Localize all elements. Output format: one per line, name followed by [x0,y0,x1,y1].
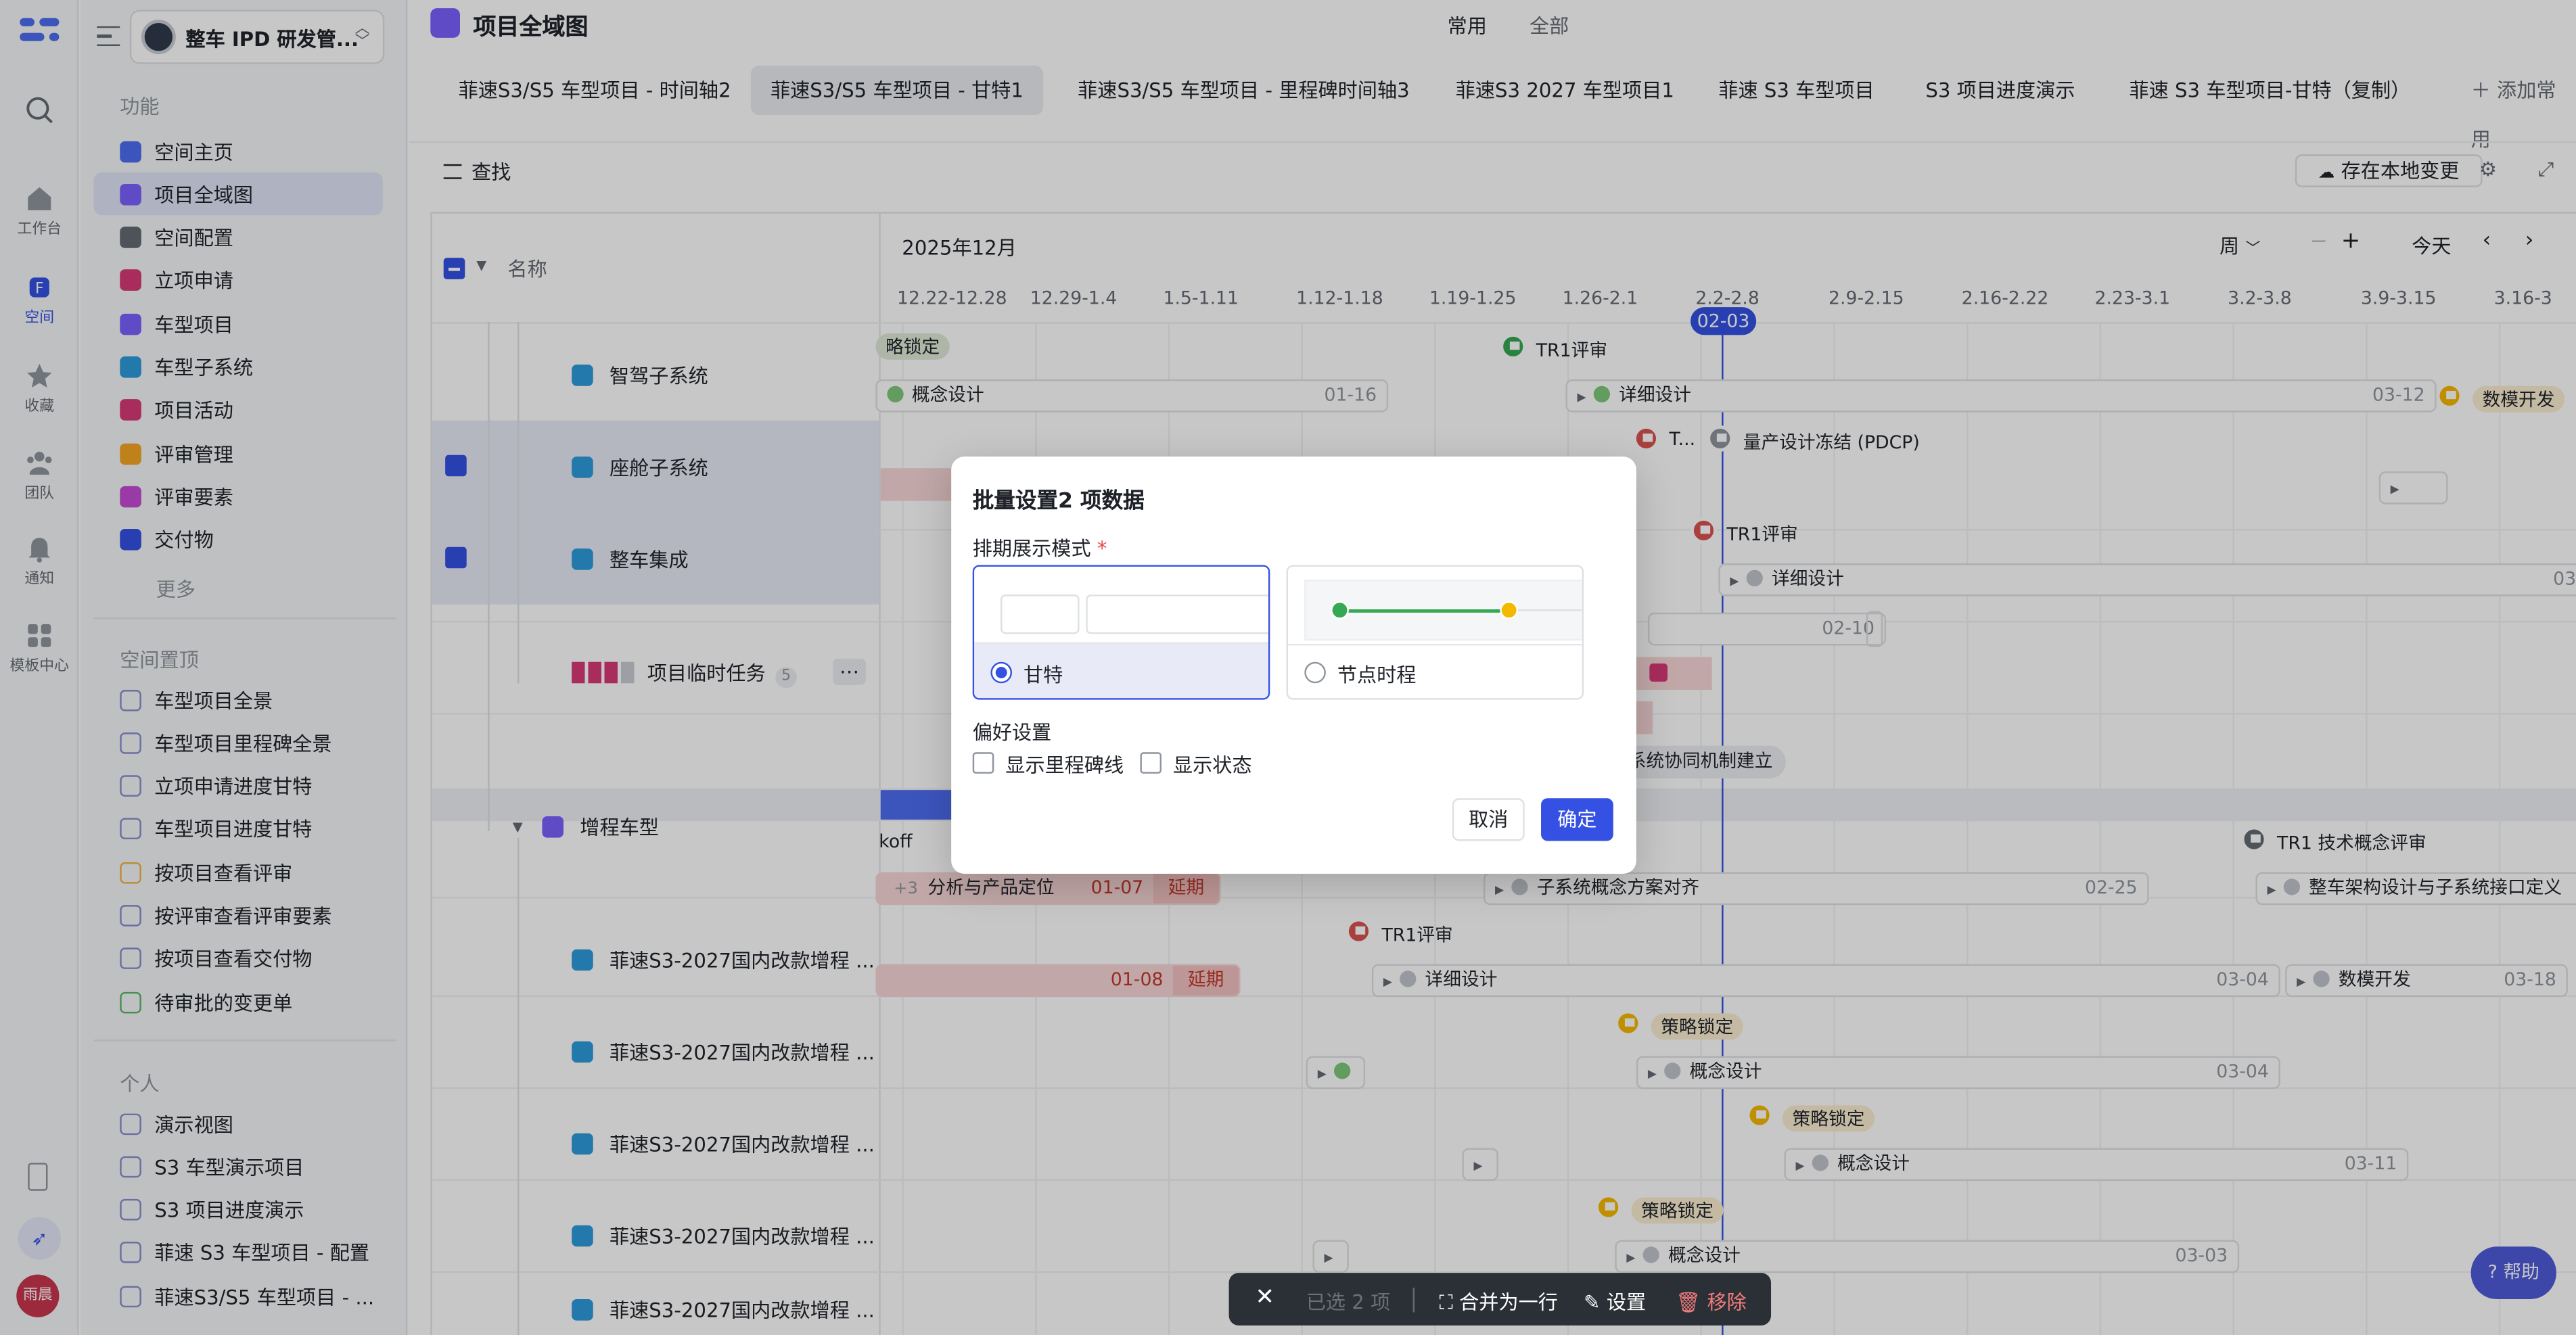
close-selection-icon[interactable]: ✕ [1255,1284,1274,1311]
settings-button[interactable]: ✎ 设置 [1584,1288,1646,1315]
confirm-button[interactable]: 确定 [1541,798,1613,841]
gantt-preview [1001,594,1080,634]
node-start-dot [1331,601,1349,619]
radio-gantt[interactable] [990,661,1013,684]
edit-icon: ✎ [1584,1290,1601,1314]
option-gantt[interactable]: 甘特 [972,565,1270,700]
merge-icon: ⛶ [1439,1290,1453,1314]
milestone-line-checkbox[interactable] [972,752,994,774]
remove-button[interactable]: 🗑 移除 [1676,1288,1747,1315]
cancel-button[interactable]: 取消 [1452,798,1525,841]
selected-count: 已选 2 项 [1306,1290,1391,1314]
dialog-title: 批量设置2 项数据 [972,489,1145,515]
option-node-label: 节点时程 [1337,663,1417,687]
trash-icon: 🗑 [1676,1290,1701,1314]
option-node-schedule[interactable]: 节点时程 [1286,565,1584,700]
status-label: 显示状态 [1173,753,1252,777]
status-checkbox[interactable] [1140,752,1162,774]
merge-row-button[interactable]: ⛶ 合并为一行 [1439,1288,1557,1315]
batch-settings-dialog: 批量设置2 项数据 排期展示模式 * 甘特 节点时程 偏好设置 显示里程碑线 显… [951,456,1636,874]
preference-label: 偏好设置 [972,721,1052,745]
selection-action-bar: ✕ 已选 2 项 ⛶ 合并为一行 ✎ 设置 🗑 移除 [1228,1273,1772,1326]
schedule-mode-label: 排期展示模式 * [972,537,1107,561]
radio-node[interactable] [1304,661,1326,684]
node-end-dot [1500,601,1519,619]
node-preview-line [1337,609,1509,613]
option-gantt-label: 甘特 [1024,663,1063,687]
milestone-line-label: 显示里程碑线 [1005,753,1124,777]
